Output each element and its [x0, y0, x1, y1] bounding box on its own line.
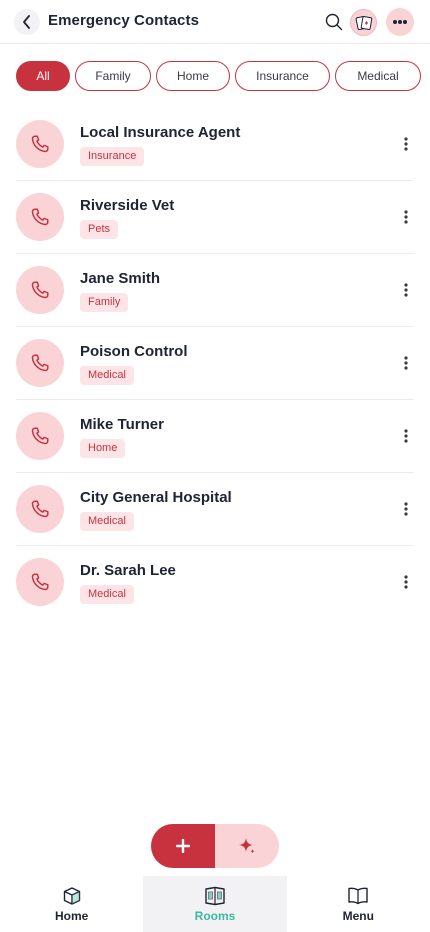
call-button[interactable] — [16, 120, 64, 168]
contact-options-button[interactable] — [400, 499, 412, 519]
nav-home[interactable]: Home — [0, 876, 143, 932]
contact-name: Poison Control — [80, 343, 188, 360]
rooms-icon — [205, 886, 225, 905]
phone-icon — [31, 573, 49, 591]
filter-chips: All Family Home Insurance Medical — [16, 61, 430, 91]
phone-icon — [31, 354, 49, 372]
contact-tag: Medical — [80, 585, 134, 604]
phone-icon — [31, 500, 49, 518]
call-button[interactable] — [16, 339, 64, 387]
more-vertical-icon — [404, 210, 408, 224]
ai-assist-button[interactable] — [215, 824, 279, 868]
search-button[interactable] — [324, 12, 344, 32]
contact-row[interactable]: Riverside Vet Pets — [16, 181, 414, 254]
nav-rooms-label: Rooms — [194, 908, 236, 923]
back-button[interactable] — [14, 9, 40, 35]
contact-tag: Home — [80, 439, 126, 458]
cube-icon — [63, 886, 80, 905]
phone-icon — [31, 135, 49, 153]
contact-tag: Medical — [80, 512, 134, 531]
more-vertical-icon — [404, 283, 408, 297]
contact-options-button[interactable] — [400, 353, 412, 373]
contact-name: Mike Turner — [80, 416, 164, 433]
contact-row[interactable]: Jane Smith Family — [16, 254, 414, 327]
phone-icon — [31, 281, 49, 299]
more-vertical-icon — [404, 429, 408, 443]
contact-name: Local Insurance Agent — [80, 124, 241, 141]
contact-row[interactable]: City General Hospital Medical — [16, 473, 414, 546]
more-vertical-icon — [404, 502, 408, 516]
contact-list: Local Insurance Agent Insurance Riversid… — [16, 108, 414, 619]
top-app-bar: Emergency Contacts — [0, 0, 430, 44]
add-contact-button[interactable] — [151, 824, 215, 868]
nav-rooms[interactable]: Rooms — [143, 876, 287, 932]
contact-tag: Family — [80, 293, 129, 312]
avatar-card-icon — [355, 15, 372, 30]
contact-row[interactable]: Local Insurance Agent Insurance — [16, 108, 414, 181]
contact-row[interactable]: Poison Control Medical — [16, 327, 414, 400]
more-options-button[interactable] — [386, 8, 414, 36]
call-button[interactable] — [16, 266, 64, 314]
nav-menu[interactable]: Menu — [287, 876, 430, 932]
call-button[interactable] — [16, 485, 64, 533]
more-vertical-icon — [404, 575, 408, 589]
contact-row[interactable]: Mike Turner Home — [16, 400, 414, 473]
call-button[interactable] — [16, 558, 64, 606]
contact-name: Dr. Sarah Lee — [80, 562, 176, 579]
fab-group — [151, 824, 279, 868]
contact-name: City General Hospital — [80, 489, 232, 506]
contact-options-button[interactable] — [400, 280, 412, 300]
contact-row[interactable]: Dr. Sarah Lee Medical — [16, 546, 414, 619]
filter-chip-family[interactable]: Family — [75, 61, 151, 91]
sparkle-icon — [239, 838, 255, 854]
more-vertical-icon — [404, 137, 408, 151]
filter-chip-all[interactable]: All — [16, 61, 70, 91]
book-icon — [348, 887, 369, 904]
contact-tag: Insurance — [80, 147, 145, 166]
contact-options-button[interactable] — [400, 572, 412, 592]
page-title: Emergency Contacts — [48, 12, 200, 29]
plus-icon — [176, 839, 190, 853]
avatar[interactable] — [350, 9, 377, 36]
chevron-left-icon — [23, 15, 30, 29]
filter-chip-insurance[interactable]: Insurance — [235, 61, 330, 91]
phone-icon — [31, 208, 49, 226]
phone-icon — [31, 427, 49, 445]
nav-menu-label: Menu — [342, 908, 374, 923]
call-button[interactable] — [16, 412, 64, 460]
call-button[interactable] — [16, 193, 64, 241]
contact-options-button[interactable] — [400, 207, 412, 227]
contact-tag: Medical — [80, 366, 134, 385]
contact-options-button[interactable] — [400, 426, 412, 446]
more-horizontal-icon — [393, 20, 407, 24]
contact-name: Jane Smith — [80, 270, 161, 287]
contact-name: Riverside Vet — [80, 197, 175, 214]
contact-options-button[interactable] — [400, 134, 412, 154]
contact-tag: Pets — [80, 220, 119, 239]
more-vertical-icon — [404, 356, 408, 370]
search-icon — [325, 13, 343, 31]
bottom-navigation: Home Rooms Menu — [0, 876, 430, 932]
filter-chip-home[interactable]: Home — [156, 61, 230, 91]
nav-home-label: Home — [54, 908, 89, 923]
filter-chip-medical[interactable]: Medical — [335, 61, 421, 91]
